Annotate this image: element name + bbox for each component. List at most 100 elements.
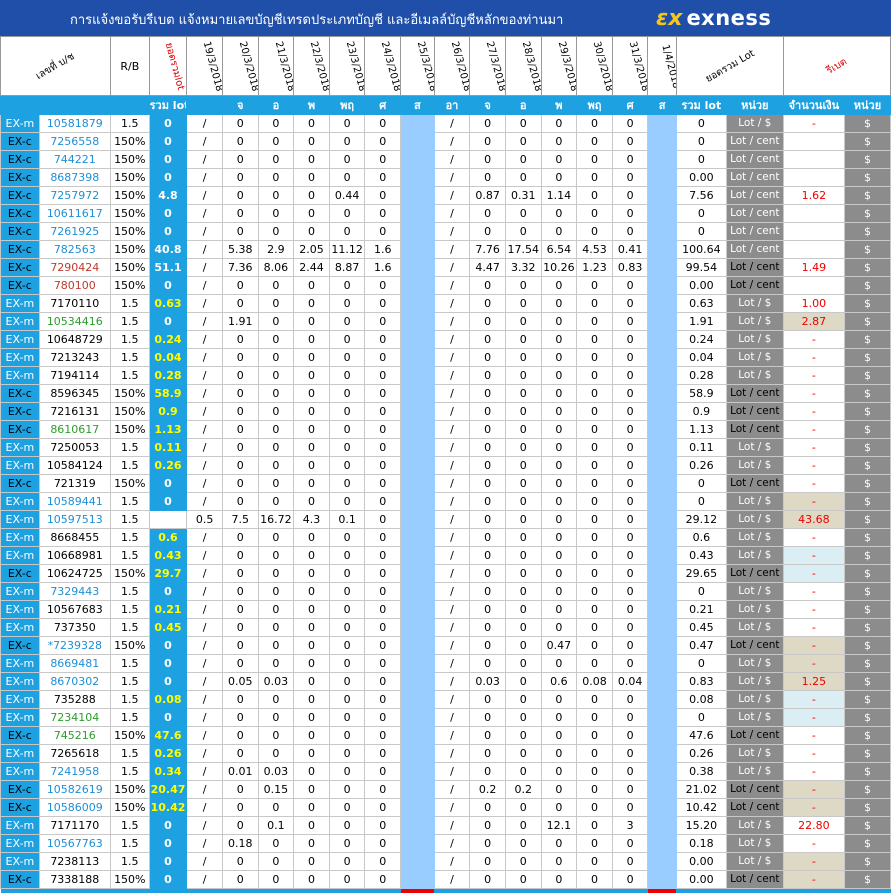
account-number-cell[interactable]: 10534416	[38, 312, 111, 331]
account-number-cell[interactable]: 721319	[38, 474, 111, 493]
sunday-cell	[647, 420, 677, 439]
account-number-cell[interactable]: 10624725	[38, 564, 111, 583]
account-number-cell[interactable]: 744221	[38, 150, 111, 169]
daily-lot-cell: 0	[293, 726, 330, 745]
account-number-cell[interactable]: 782563	[38, 240, 111, 259]
daily-lot-cell: 0	[293, 366, 330, 385]
lot-total-cell: 0.9	[148, 402, 188, 421]
daily-lot-cell: /	[433, 672, 471, 691]
daily-lot-cell: 0	[293, 582, 330, 601]
table-row: EX-m 10534416 1.5 0/1.91 0 0 0 0/0 0 0 0 0 1.91 Lot /…	[0, 312, 891, 331]
daily-lot-cell: 0.04	[611, 672, 649, 691]
lot-sum-cell: 0.00	[675, 168, 727, 187]
account-number-cell[interactable]: 7261925	[38, 222, 111, 241]
account-number-cell[interactable]: 7338188	[38, 870, 111, 889]
account-number-cell[interactable]: 780100	[38, 276, 111, 295]
account-number-cell[interactable]: 10567763	[38, 834, 111, 853]
sub-amount: จำนวนเงิน	[782, 95, 845, 115]
account-number-cell[interactable]: 7250053	[38, 438, 111, 457]
account-number-cell[interactable]: 10597513	[38, 510, 111, 529]
daily-lot-cell: /	[186, 636, 223, 655]
account-number-cell[interactable]: 10611617	[38, 204, 111, 223]
sunday-cell	[400, 384, 435, 403]
table-row: EX-m 737350 1.5 0.45/0 0 0 0 0/0 0 0 0 0 0.45 Lot / $…	[0, 618, 891, 637]
daily-lot-cell: 0	[576, 348, 613, 367]
daily-lot-cell: 0	[611, 510, 649, 529]
account-number-cell[interactable]: 7170110	[38, 294, 111, 313]
account-number-cell[interactable]: 8596345	[38, 384, 111, 403]
account-number-cell[interactable]: 7256558	[38, 132, 111, 151]
account-number-cell[interactable]: 7194114	[38, 366, 111, 385]
daily-lot-cell: 0	[504, 168, 542, 187]
rebate-amount-cell: -	[782, 366, 845, 385]
daily-lot-cell: 0	[540, 510, 578, 529]
daily-lot-cell: 0	[257, 114, 295, 133]
account-number-cell[interactable]: 7241958	[38, 762, 111, 781]
daily-lot-cell: 0	[504, 834, 542, 853]
lot-total-cell: 0	[148, 654, 188, 673]
sunday-cell	[400, 474, 435, 493]
account-number-cell[interactable]: 8687398	[38, 168, 111, 187]
unit-cell: Lot / cent	[725, 186, 784, 205]
lot-total-cell: 40.8	[148, 240, 188, 259]
daily-lot-cell: 1.14	[540, 186, 578, 205]
sunday-cell	[647, 528, 677, 547]
account-number-cell[interactable]: 7234104	[38, 708, 111, 727]
account-number-cell[interactable]: 8669481	[38, 654, 111, 673]
lot-total-cell: 1.13	[148, 420, 188, 439]
daily-lot-cell: /	[433, 240, 471, 259]
account-number-cell[interactable]: 745216	[38, 726, 111, 745]
daily-lot-cell: 0	[364, 276, 402, 295]
account-number-cell[interactable]: 8670302	[38, 672, 111, 691]
account-type-cell: EX-m	[0, 744, 40, 763]
account-number-cell[interactable]: 10589441	[38, 492, 111, 511]
account-number-cell[interactable]: 7329443	[38, 582, 111, 601]
account-number-cell[interactable]: 10567683	[38, 600, 111, 619]
lot-total-cell: 0	[148, 168, 188, 187]
currency-cell: $	[843, 492, 891, 511]
daily-lot-cell: 0	[469, 510, 506, 529]
account-number-cell[interactable]: *7239328	[38, 636, 111, 655]
account-number-cell[interactable]: 10668981	[38, 546, 111, 565]
daily-lot-cell: 0	[328, 114, 366, 133]
account-number-cell[interactable]: 7290424	[38, 258, 111, 277]
lot-total-cell: 0.24	[148, 330, 188, 349]
daily-lot-cell: 0	[576, 744, 613, 763]
daily-lot-cell: 0	[257, 690, 295, 709]
daily-lot-cell: 0	[469, 654, 506, 673]
daily-lot-cell: 0	[364, 762, 402, 781]
lot-sum-cell: 58.9	[675, 384, 727, 403]
account-number-cell[interactable]: 7265618	[38, 744, 111, 763]
lot-sum-cell: 0.63	[675, 294, 727, 313]
header-date-7: 26/3/2018	[448, 40, 470, 93]
account-number-cell[interactable]: 10584124	[38, 456, 111, 475]
daily-lot-cell: 0	[469, 384, 506, 403]
account-number-cell[interactable]: 7216131	[38, 402, 111, 421]
daily-lot-cell: 0	[293, 762, 330, 781]
daily-lot-cell: 0	[576, 546, 613, 565]
daily-lot-cell: 0	[257, 438, 295, 457]
account-number-cell[interactable]: 10581879	[38, 114, 111, 133]
account-number-cell[interactable]: 8668455	[38, 528, 111, 547]
account-number-cell[interactable]: 10586009	[38, 798, 111, 817]
daily-lot-cell: 5.38	[221, 240, 259, 259]
account-number-cell[interactable]: 7257972	[38, 186, 111, 205]
currency-cell: $	[843, 654, 891, 673]
account-number-cell[interactable]: 7238113	[38, 852, 111, 871]
account-number-cell[interactable]: 8610617	[38, 420, 111, 439]
account-number-cell[interactable]: 7213243	[38, 348, 111, 367]
account-number-cell[interactable]: 10582619	[38, 780, 111, 799]
account-number-cell[interactable]: 737350	[38, 618, 111, 637]
daily-lot-cell: 0	[504, 348, 542, 367]
unit-cell: Lot / $	[725, 438, 784, 457]
rb-cell: 1.5	[109, 546, 150, 565]
account-number-cell[interactable]: 7171170	[38, 816, 111, 835]
currency-cell: $	[843, 114, 891, 133]
daily-lot-cell: 0	[364, 564, 402, 583]
account-number-cell[interactable]: 10648729	[38, 330, 111, 349]
daily-lot-cell: /	[433, 276, 471, 295]
account-number-cell[interactable]: 735288	[38, 690, 111, 709]
daily-lot-cell: 0	[611, 708, 649, 727]
daily-lot-cell: 0	[364, 294, 402, 313]
daily-lot-cell: 0	[293, 186, 330, 205]
